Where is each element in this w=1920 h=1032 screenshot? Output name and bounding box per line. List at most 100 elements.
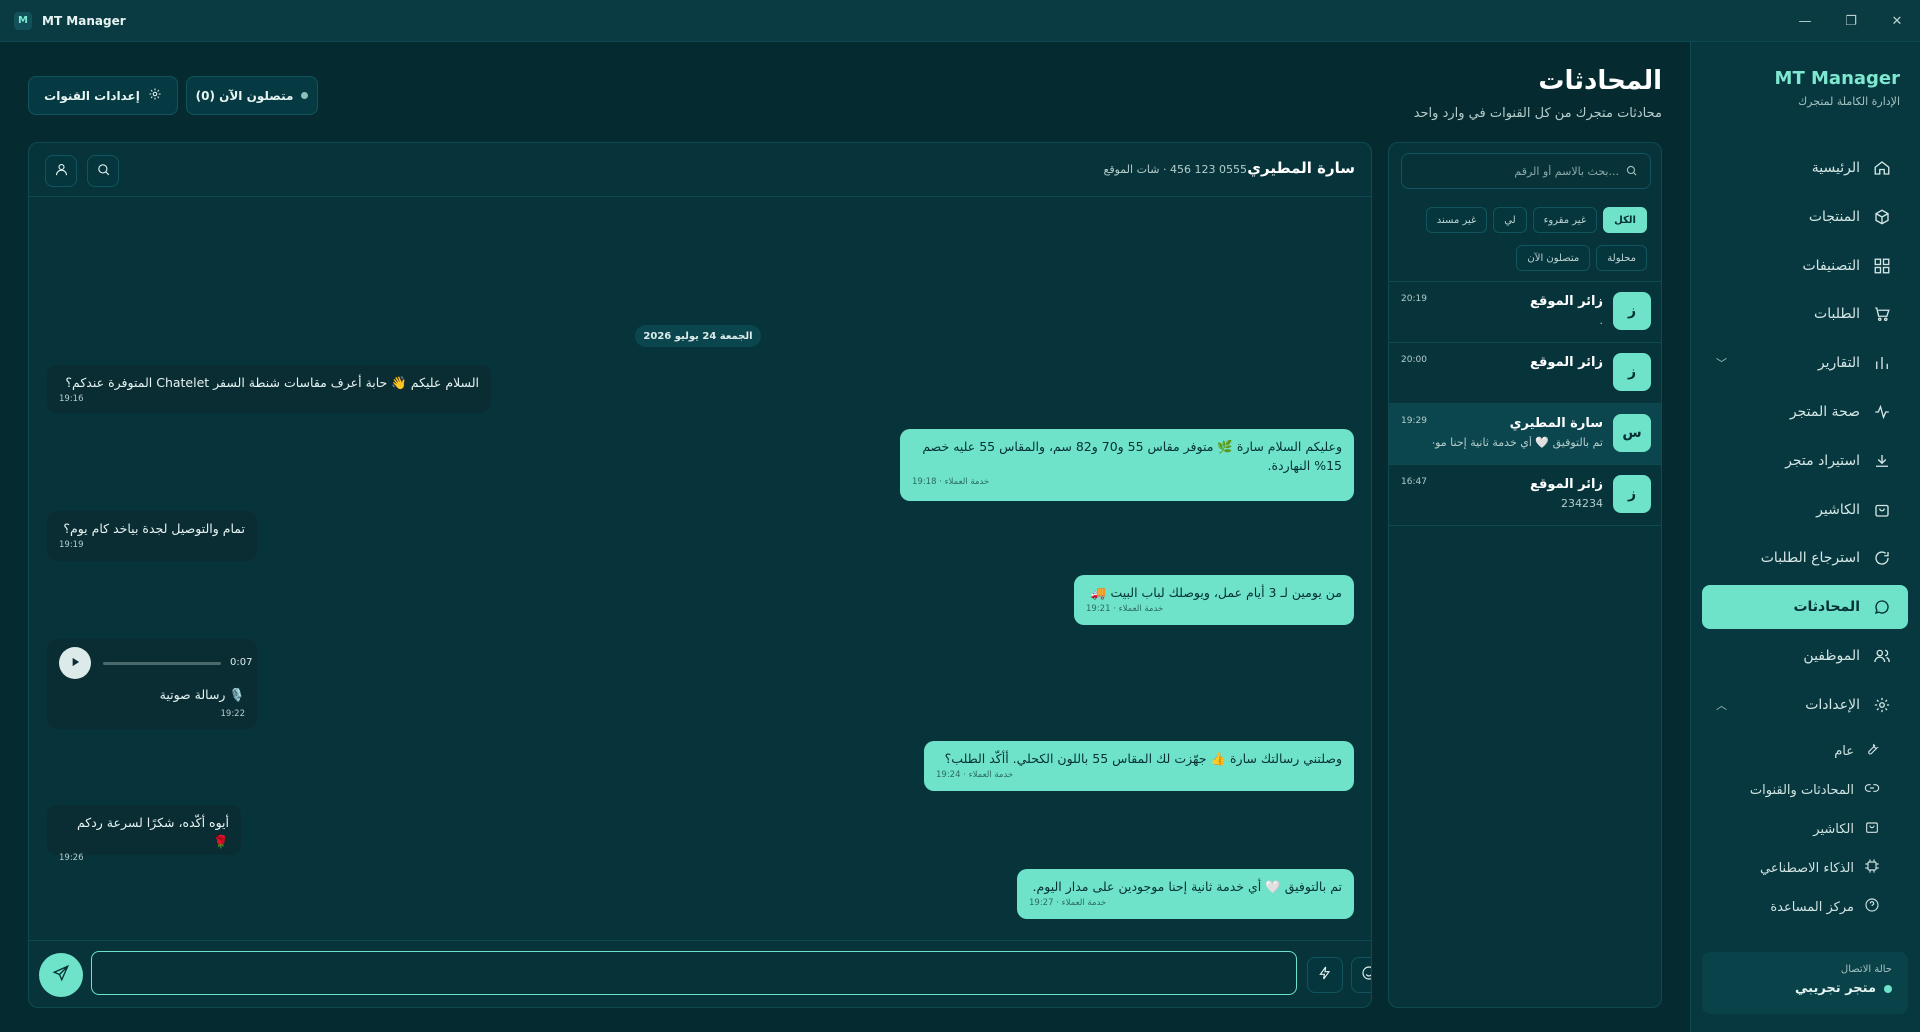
filter-unassigned[interactable]: غير مسند xyxy=(1425,207,1488,233)
conversation-item[interactable]: س سارة المطيري تم بالتوفيق 🤍 أي خدمة ثان… xyxy=(1389,404,1661,465)
conversation-time: 20:19 xyxy=(1401,294,1427,304)
conversation-list-panel: الكل غير مقروء لي غير مسند محلولة متصلون… xyxy=(1388,142,1662,1008)
sidebar-item-label: المنتجات xyxy=(1808,208,1860,225)
message-meta: خدمة العملاء · 19:27 xyxy=(1029,898,1107,908)
online-now-button[interactable]: متصلون الآن (0) xyxy=(186,76,318,115)
search-input[interactable] xyxy=(1419,164,1619,178)
sidebar-item-categories[interactable]: التصنيفات xyxy=(1702,244,1908,288)
sidebar-item-store-health[interactable]: صحة المتجر xyxy=(1702,390,1908,434)
settings-sub-cashier[interactable]: الكاشير xyxy=(1702,810,1908,849)
contact-name: سارة المطيري xyxy=(1247,159,1355,177)
bag-icon xyxy=(1872,500,1892,520)
app-logo: M xyxy=(14,11,32,30)
chat-icon xyxy=(1872,597,1892,617)
minimize-button[interactable]: — xyxy=(1782,0,1828,42)
avatar: ز xyxy=(1613,353,1651,391)
chip-icon xyxy=(1864,858,1880,878)
settings-sub-label: مركز المساعدة xyxy=(1770,899,1854,915)
message-text: السلام عليكم 👋 حابة أعرف مقاسات شنطة الس… xyxy=(65,375,479,390)
filter-chips: الكل غير مقروء لي غير مسند محلولة متصلون… xyxy=(1397,207,1647,271)
search-box xyxy=(1401,153,1651,189)
sidebar-item-orders[interactable]: الطلبات xyxy=(1702,292,1908,336)
send-button[interactable] xyxy=(39,953,83,997)
quick-replies-button[interactable] xyxy=(1307,957,1343,993)
message-meta: 19:16 xyxy=(59,394,84,404)
sidebar-item-employees[interactable]: الموظفين xyxy=(1702,634,1908,678)
filter-resolved[interactable]: محلولة xyxy=(1596,245,1647,271)
conversation-time: 19:29 xyxy=(1401,416,1427,426)
channels-settings-button[interactable]: إعدادات القنوات xyxy=(28,76,178,115)
sidebar-item-label: المحادثات xyxy=(1793,599,1860,616)
message-meta: خدمة العملاء · 19:18 xyxy=(912,477,990,487)
conversation-preview: 234234 xyxy=(1561,497,1603,510)
message-incoming: تمام والتوصيل لجدة بياخد كام يوم؟ 19:19 xyxy=(47,511,257,561)
page-title: المحادثات xyxy=(1538,66,1662,96)
message-text: تمام والتوصيل لجدة بياخد كام يوم؟ xyxy=(63,521,245,536)
user-icon xyxy=(54,162,69,181)
gear-icon xyxy=(1872,695,1892,715)
conversation-name: زائر الموقع xyxy=(1529,294,1603,309)
chat-search-button[interactable] xyxy=(87,155,119,187)
conversation-name: سارة المطيري xyxy=(1509,416,1603,431)
maximize-button[interactable]: ❐ xyxy=(1828,0,1874,42)
send-icon xyxy=(52,964,70,986)
filter-mine[interactable]: لي xyxy=(1493,207,1527,233)
settings-sub-help[interactable]: مركز المساعدة xyxy=(1702,888,1908,927)
message-meta: 19:22 xyxy=(220,709,246,719)
conversation-item[interactable]: ز زائر الموقع . 20:19 xyxy=(1389,282,1661,343)
message-meta: 19:26 xyxy=(59,853,84,863)
sidebar-item-reports[interactable]: التقارير ﹀ xyxy=(1702,341,1908,385)
search-icon xyxy=(96,162,111,181)
contact-meta: 0555 123 456 · شات الموقع xyxy=(1103,163,1247,176)
audio-progress-track[interactable] xyxy=(103,662,221,665)
connection-label: حالة الاتصال xyxy=(1840,964,1892,975)
box-icon xyxy=(1872,207,1892,227)
sidebar-item-label: الموظفين xyxy=(1803,647,1860,664)
play-button[interactable] xyxy=(59,647,91,679)
chevron-down-icon[interactable]: ﹀ xyxy=(1716,355,1727,371)
filter-online-now[interactable]: متصلون الآن xyxy=(1516,245,1591,271)
sidebar-item-returns[interactable]: استرجاع الطلبات xyxy=(1702,536,1908,580)
sidebar-item-settings[interactable]: الإعدادات ︿ xyxy=(1702,683,1908,727)
date-divider: الجمعة 24 يوليو 2026 xyxy=(635,325,761,347)
sidebar-item-import-store[interactable]: استيراد متجر xyxy=(1702,439,1908,483)
chat-panel: سارة المطيري 0555 123 456 · شات الموقع ا… xyxy=(28,142,1372,1008)
avatar: ز xyxy=(1613,292,1651,330)
conversation-item[interactable]: ز زائر الموقع 20:00 xyxy=(1389,343,1661,404)
message-composer xyxy=(29,940,1371,1007)
link-icon xyxy=(1864,780,1880,800)
close-button[interactable]: ✕ xyxy=(1874,0,1920,42)
contact-profile-button[interactable] xyxy=(45,155,77,187)
sidebar-item-cashier[interactable]: الكاشير xyxy=(1702,488,1908,532)
chevron-up-icon[interactable]: ︿ xyxy=(1716,697,1727,713)
sidebar-item-home[interactable]: الرئيسية xyxy=(1702,146,1908,190)
sidebar-item-label: التقارير xyxy=(1817,355,1860,372)
message-text: وصلتني رسالتك سارة 👍 جهّزت لك المقاس 55 … xyxy=(944,751,1342,766)
sidebar-item-label: الطلبات xyxy=(1814,306,1860,323)
sidebar-item-products[interactable]: المنتجات xyxy=(1702,195,1908,239)
message-incoming: أيوه أكّده، شكرًا لسرعة ردكم 🌹 19:26 xyxy=(47,805,241,863)
voice-label: 🎙️ رسالة صوتية xyxy=(159,687,245,702)
gear-icon xyxy=(148,87,162,104)
emoji-icon xyxy=(1361,965,1371,985)
brand-name: MT Manager xyxy=(1774,68,1900,89)
connection-status: حالة الاتصال متجر تجريبي xyxy=(1702,952,1908,1014)
filter-all[interactable]: الكل xyxy=(1603,207,1647,233)
message-text: من يومين لـ 3 أيام عمل، ويوصلك لباب البي… xyxy=(1090,585,1342,600)
emoji-button[interactable] xyxy=(1351,957,1371,993)
settings-sub-ai[interactable]: الذكاء الاصطناعي xyxy=(1702,849,1908,888)
message-meta: 19:19 xyxy=(59,540,84,550)
sidebar-item-conversations[interactable]: المحادثات xyxy=(1702,585,1908,630)
channels-settings-label: إعدادات القنوات xyxy=(44,88,140,103)
settings-sub-general[interactable]: عام xyxy=(1702,732,1908,771)
settings-sub-channels[interactable]: المحادثات والقنوات xyxy=(1702,771,1908,810)
message-outgoing: تم بالتوفيق 🤍 أي خدمة ثانية إحنا موجودين… xyxy=(1017,869,1354,919)
cart-icon xyxy=(1872,304,1892,324)
help-icon xyxy=(1864,897,1880,917)
bag-icon xyxy=(1864,819,1880,839)
filter-unread[interactable]: غير مقروء xyxy=(1532,207,1598,233)
wrench-icon xyxy=(1864,741,1880,761)
sidebar-item-label: استيراد متجر xyxy=(1785,452,1860,469)
conversation-item[interactable]: ز زائر الموقع 234234 16:47 xyxy=(1389,465,1661,526)
message-input[interactable] xyxy=(91,951,1297,995)
